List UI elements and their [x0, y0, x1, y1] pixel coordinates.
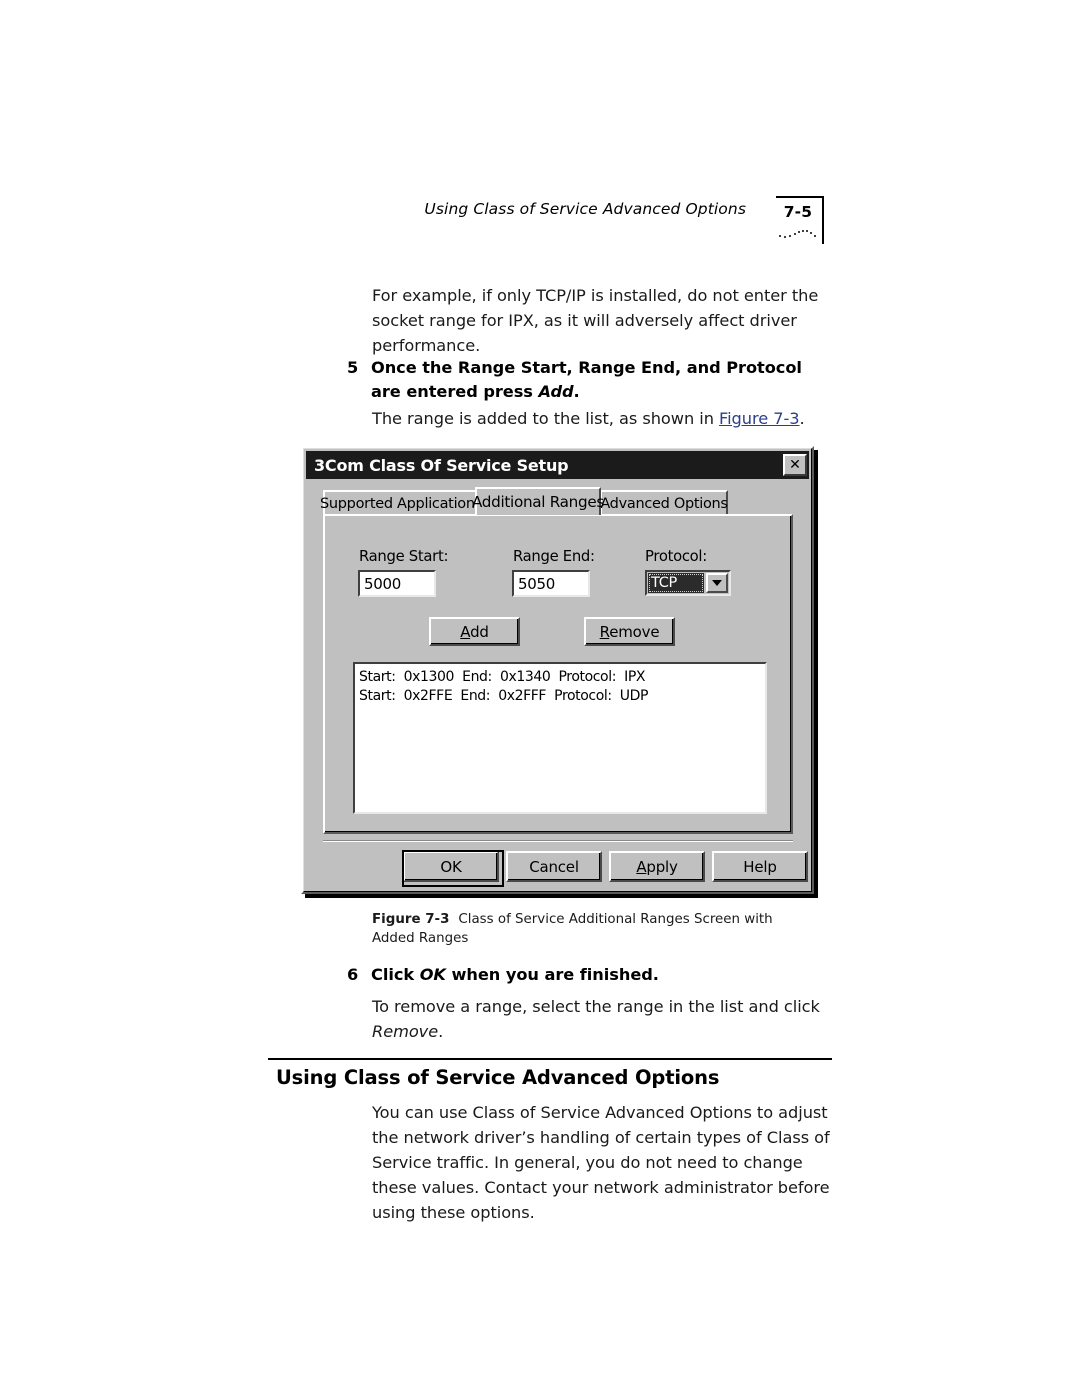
- page-number-tab: 7-5: [776, 196, 824, 244]
- help-button-label: Help: [743, 857, 777, 876]
- protocol-select[interactable]: TCP: [645, 570, 731, 596]
- figure-caption: Figure 7-3 Class of Service Additional Ra…: [372, 910, 792, 948]
- step-6-number: 6: [347, 965, 359, 984]
- protocol-select-value: TCP: [651, 575, 677, 591]
- list-item[interactable]: Start: 0x1300 End: 0x1340 Protocol: IPX: [359, 668, 765, 687]
- section-paragraph: You can use Class of Service Advanced Op…: [372, 1103, 830, 1222]
- chevron-down-icon[interactable]: [706, 573, 728, 593]
- intro-paragraph: For example, if only TCP/IP is installed…: [372, 286, 819, 355]
- document-page: Using Class of Service Advanced Options …: [0, 0, 1080, 1397]
- ranges-listbox[interactable]: Start: 0x1300 End: 0x1340 Protocol: IPX …: [353, 662, 767, 814]
- figure-reference-paragraph: The range is added to the list, as shown…: [372, 406, 832, 431]
- tab-supported-applications[interactable]: Supported Applications: [319, 490, 483, 515]
- step-5-text-part3: .: [573, 382, 580, 401]
- range-start-input[interactable]: 5000: [358, 570, 436, 597]
- section-rule: [268, 1058, 832, 1060]
- remove-note-block: To remove a range, select the range in t…: [372, 994, 832, 1044]
- page-number: 7-5: [783, 203, 813, 221]
- tab-additional-ranges-label: Additional Ranges: [471, 493, 605, 511]
- step-6-text-part1: Click: [371, 965, 420, 984]
- remove-button-accel: R: [599, 622, 610, 641]
- step-6: 6 Click OK when you are finished.: [347, 963, 832, 987]
- add-button-accel: A: [460, 622, 471, 641]
- figure-7-3-link[interactable]: Figure 7-3: [719, 409, 800, 428]
- section-paragraph-block: You can use Class of Service Advanced Op…: [372, 1100, 832, 1225]
- remove-note-paragraph: To remove a range, select the range in t…: [372, 994, 832, 1044]
- protocol-select-value-area[interactable]: TCP: [648, 573, 704, 593]
- step-5-number: 5: [347, 358, 359, 377]
- step-6-emphasis: OK: [419, 965, 446, 984]
- tabpanel-additional-ranges: Range Start: Range End: Protocol: 5000 5…: [323, 514, 793, 834]
- step-6-text: Click OK when you are finished.: [371, 963, 659, 987]
- ok-button-default-ring: [402, 850, 504, 887]
- remove-note-emphasis: Remove: [372, 1022, 439, 1041]
- intro-paragraph-block: For example, if only TCP/IP is installed…: [372, 283, 832, 358]
- add-button-rest: dd: [470, 622, 489, 641]
- figure-caption-label: Figure 7-3: [372, 912, 450, 927]
- apply-button-rest: pply: [646, 857, 678, 876]
- close-icon[interactable]: ✕: [783, 454, 807, 476]
- step-6-text-part3: when you are finished.: [445, 965, 659, 984]
- tab-advanced-options[interactable]: Advanced Options: [600, 490, 728, 515]
- cancel-button[interactable]: Cancel: [506, 851, 602, 882]
- remove-note-part1: To remove a range, select the range in t…: [372, 997, 820, 1016]
- figure-reference-block: The range is added to the list, as shown…: [372, 406, 832, 431]
- apply-button-accel: A: [636, 857, 647, 876]
- range-end-label: Range End:: [513, 548, 595, 565]
- ok-button[interactable]: OK: [402, 850, 504, 887]
- add-button[interactable]: Add: [429, 617, 520, 646]
- chevron-down-glyph: [712, 580, 722, 586]
- cancel-button-label: Cancel: [529, 857, 579, 876]
- running-header-title: Using Class of Service Advanced Options: [424, 200, 746, 218]
- step-5-text-part1: Once the Range Start, Range End, and Pro…: [371, 358, 802, 401]
- section-heading: Using Class of Service Advanced Options: [276, 1066, 720, 1089]
- footer-separator: [323, 840, 793, 842]
- dialog-titlebar[interactable]: 3Com Class Of Service Setup ✕: [306, 451, 809, 479]
- list-item[interactable]: Start: 0x2FFE End: 0x2FFF Protocol: UDP: [359, 687, 765, 706]
- step-5-text: Once the Range Start, Range End, and Pro…: [371, 356, 832, 404]
- remove-note-part3: .: [438, 1022, 444, 1041]
- running-header: Using Class of Service Advanced Options …: [0, 196, 824, 248]
- apply-button[interactable]: Apply: [609, 851, 705, 882]
- page-tab-dot-decoration: [778, 228, 818, 240]
- remove-button[interactable]: Remove: [584, 617, 675, 646]
- figure-reference-tail: .: [799, 409, 805, 428]
- range-end-input[interactable]: 5050: [512, 570, 590, 597]
- tab-advanced-options-label: Advanced Options: [600, 495, 728, 512]
- tab-supported-applications-label: Supported Applications: [319, 495, 483, 512]
- dialog-title: 3Com Class Of Service Setup: [314, 455, 569, 475]
- tabstrip: Supported Applications Additional Ranges…: [319, 487, 794, 515]
- range-start-label: Range Start:: [359, 548, 449, 565]
- step-5-emphasis: Add: [538, 382, 574, 401]
- tab-additional-ranges[interactable]: Additional Ranges: [471, 487, 605, 515]
- apply-button-label: Apply: [636, 857, 678, 876]
- add-button-label: Add: [460, 622, 489, 641]
- figure-reference-lead: The range is added to the list, as shown…: [372, 409, 720, 428]
- help-button[interactable]: Help: [712, 851, 808, 882]
- remove-button-label: Remove: [600, 623, 660, 641]
- step-5: 5 Once the Range Start, Range End, and P…: [347, 356, 832, 404]
- cos-setup-dialog: 3Com Class Of Service Setup ✕ Supported …: [301, 446, 814, 894]
- protocol-label: Protocol:: [645, 548, 707, 565]
- remove-button-rest: emove: [609, 622, 660, 641]
